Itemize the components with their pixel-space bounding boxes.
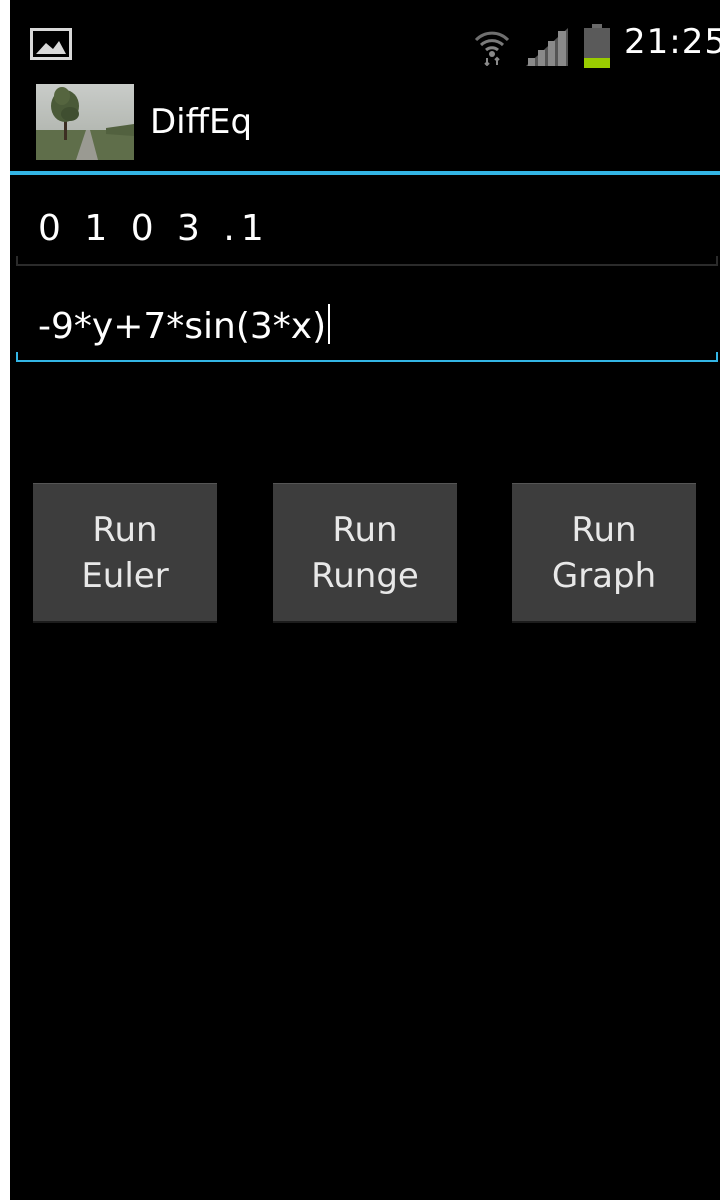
landscape-app-icon[interactable] xyxy=(36,84,134,160)
params-input[interactable]: 0 1 0 3 .1 xyxy=(16,196,720,266)
equation-input-tick-right xyxy=(716,352,718,362)
screen-edge xyxy=(0,0,10,1200)
equation-input-text: -9*y+7*sin(3*x) xyxy=(38,304,331,347)
run-runge-button[interactable]: Run Runge xyxy=(273,483,457,623)
action-bar-divider xyxy=(10,171,720,175)
app-screen: 21:25 DiffEq 0 1 0 3 .1 -9*y+7*sin(3*x) … xyxy=(0,0,720,1200)
app-title: DiffEq xyxy=(150,102,253,142)
equation-input-tick-left xyxy=(16,352,18,362)
status-bar: 21:25 xyxy=(10,12,720,70)
equation-input[interactable]: -9*y+7*sin(3*x) xyxy=(16,292,720,362)
status-clock: 21:25 xyxy=(624,22,720,62)
signal-icon xyxy=(526,28,568,66)
text-cursor xyxy=(328,304,331,344)
params-input-value: 0 1 0 3 .1 xyxy=(38,208,270,249)
run-graph-button[interactable]: Run Graph xyxy=(512,483,696,623)
run-euler-button[interactable]: Run Euler xyxy=(33,483,217,623)
equation-input-underline xyxy=(16,360,718,362)
picture-notification-icon xyxy=(30,28,72,60)
battery-icon xyxy=(584,24,610,70)
equation-input-value: -9*y+7*sin(3*x) xyxy=(38,306,327,347)
params-input-underline xyxy=(16,264,718,266)
action-bar: DiffEq xyxy=(10,68,720,172)
params-input-tick-right xyxy=(716,256,718,266)
wifi-icon xyxy=(474,31,510,66)
params-input-tick-left xyxy=(16,256,18,266)
